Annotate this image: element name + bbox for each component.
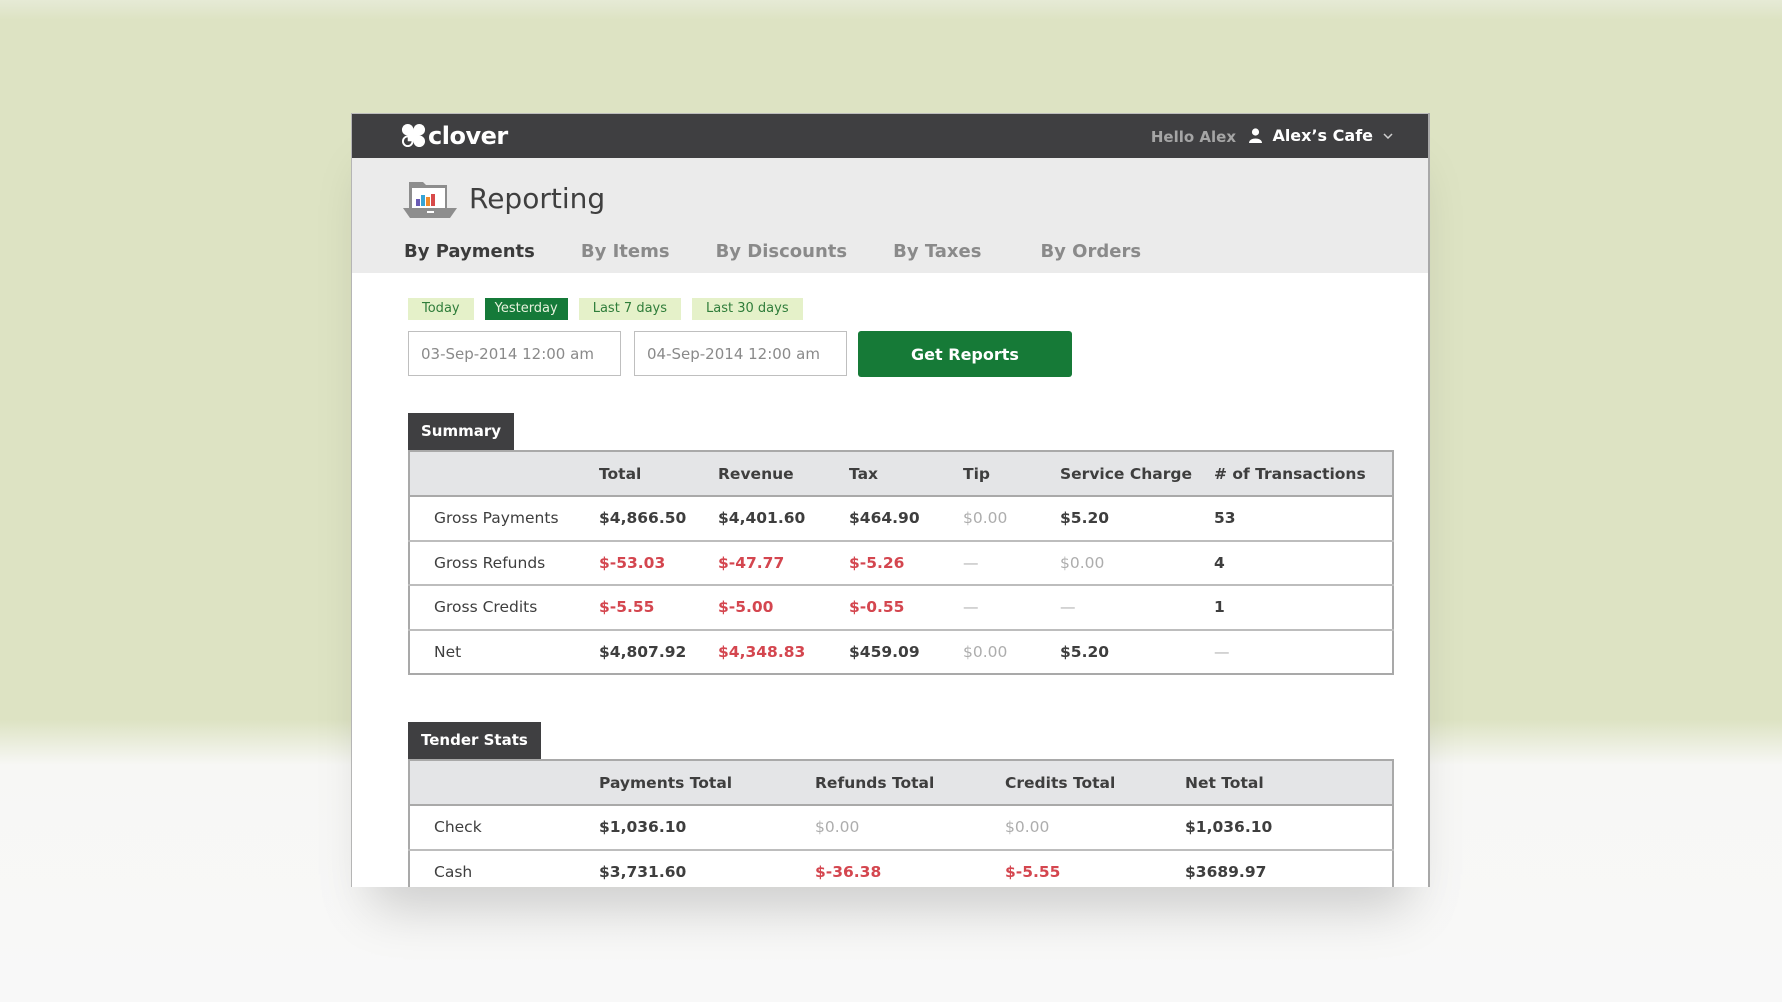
row-label: Check: [409, 805, 599, 851]
reporting-icon: [403, 182, 457, 218]
table-cell: $-53.03: [599, 540, 718, 586]
tab-by-taxes[interactable]: By Taxes: [893, 241, 981, 262]
table-cell: $-0.55: [849, 585, 963, 631]
tender-stats-section-label: Tender Stats: [408, 722, 541, 759]
page-header: Reporting By Payments By Items By Discou…: [352, 158, 1428, 273]
column-header: [409, 760, 599, 806]
table-cell: $0.00: [815, 805, 1005, 851]
start-date-input[interactable]: [408, 331, 621, 376]
table-cell: $-5.55: [599, 585, 718, 631]
brand-name: clover: [428, 121, 508, 150]
table-cell: $-5.00: [718, 585, 849, 631]
table-cell: $-47.77: [718, 540, 849, 586]
table-cell: $0.00: [1005, 805, 1185, 851]
table-row: Gross Credits $-5.55 $-5.00 $-0.55— —1: [409, 585, 1393, 631]
column-header-transactions: # of Transactions: [1214, 451, 1393, 497]
table-row: Gross Refunds $-53.03 $-47.77 $-5.26— $0.00 4: [409, 540, 1393, 586]
tab-by-items[interactable]: By Items: [581, 241, 670, 262]
column-header-service-charge: Service Charge: [1060, 451, 1214, 497]
tender-stats-table: Payments Total Refunds Total Credits Tot…: [408, 759, 1394, 887]
end-date-input[interactable]: [634, 331, 847, 376]
column-header-credits-total: Credits Total: [1005, 760, 1185, 806]
clover-logo[interactable]: clover: [401, 123, 508, 148]
table-cell: $4,866.50: [599, 496, 718, 542]
table-cell: $3,731.60: [599, 862, 687, 881]
table-cell: —: [963, 540, 1060, 586]
table-cell: $-5.26: [849, 540, 963, 586]
column-header-tax: Tax: [849, 451, 963, 497]
chevron-down-icon: [1383, 132, 1393, 139]
table-row: Net $4,807.92 $4,348.83 $459.09 $0.00 $5.20 —: [409, 630, 1393, 675]
row-label: Gross Payments: [409, 496, 599, 542]
clover-leaf-icon: [401, 123, 426, 148]
table-cell: $4,807.92: [599, 642, 687, 661]
tab-by-discounts[interactable]: By Discounts: [716, 241, 848, 262]
column-header-total: Total: [599, 451, 718, 497]
date-range-presets: Today Yesterday Last 7 days Last 30 days: [408, 298, 814, 320]
table-cell: $3689.97: [1185, 862, 1267, 881]
range-yesterday[interactable]: Yesterday: [484, 298, 568, 320]
greeting-text: Hello Alex: [1150, 128, 1236, 146]
table-cell: $1,036.10: [1185, 805, 1393, 851]
table-cell: $464.90: [849, 496, 963, 542]
range-today[interactable]: Today: [408, 298, 474, 320]
summary-table: Total Revenue Tax Tip Service Charge # o…: [408, 450, 1394, 675]
account-name: Alex’s Cafe: [1272, 126, 1373, 145]
range-last-30-days[interactable]: Last 30 days: [692, 298, 803, 320]
table-cell: $5.20: [1060, 642, 1110, 661]
column-header: [409, 451, 599, 497]
table-cell: $4,401.60: [718, 496, 849, 542]
table-cell: $1,036.10: [599, 805, 815, 851]
user-icon: [1249, 128, 1263, 143]
tender-header-row: Payments Total Refunds Total Credits Tot…: [409, 760, 1393, 806]
summary-section-label: Summary: [408, 413, 515, 450]
table-cell: —: [1060, 585, 1214, 631]
top-nav-bar: clover Hello Alex Alex’s Cafe: [352, 113, 1428, 158]
column-header-net-total: Net Total: [1185, 760, 1393, 806]
table-cell: $4,348.83: [718, 642, 806, 661]
table-cell: 53: [1214, 496, 1393, 542]
column-header-refunds-total: Refunds Total: [815, 760, 1005, 806]
summary-header-row: Total Revenue Tax Tip Service Charge # o…: [409, 451, 1393, 497]
report-tabs: By Payments By Items By Discounts By Tax…: [404, 241, 1187, 262]
table-row: Cash $3,731.60 $-36.38 $-5.55 $3689.97: [409, 850, 1393, 888]
column-header-tip: Tip: [963, 451, 1060, 497]
table-cell: $0.00: [963, 642, 1008, 661]
get-reports-button[interactable]: Get Reports: [858, 331, 1072, 377]
table-cell: 1: [1214, 585, 1393, 631]
table-cell: —: [963, 585, 1060, 631]
column-header-revenue: Revenue: [718, 451, 849, 497]
row-label: Gross Refunds: [409, 540, 599, 586]
clover-reporting-window: clover Hello Alex Alex’s Cafe Reporting: [351, 113, 1430, 887]
column-header-payments-total: Payments Total: [599, 760, 815, 806]
table-cell: —: [1214, 642, 1230, 661]
tab-by-payments[interactable]: By Payments: [404, 241, 535, 262]
table-cell: $459.09: [849, 642, 920, 661]
row-label: Net: [434, 642, 462, 661]
account-menu[interactable]: Alex’s Cafe: [1249, 126, 1393, 145]
table-cell: $5.20: [1060, 496, 1214, 542]
row-label: Gross Credits: [409, 585, 599, 631]
table-cell: $0.00: [963, 496, 1060, 542]
tab-by-orders[interactable]: By Orders: [1040, 241, 1141, 262]
table-cell: $0.00: [1060, 540, 1214, 586]
table-cell: 4: [1214, 540, 1393, 586]
table-cell: $-36.38: [815, 862, 882, 881]
page-title: Reporting: [469, 182, 606, 215]
table-row: Gross Payments $4,866.50 $4,401.60 $464.90 $…: [409, 496, 1393, 542]
row-label: Cash: [434, 862, 473, 881]
table-cell: $-5.55: [1005, 862, 1061, 881]
table-row: Check $1,036.10 $0.00 $0.00 $1,036.10: [409, 805, 1393, 851]
range-last-7-days[interactable]: Last 7 days: [578, 298, 682, 320]
